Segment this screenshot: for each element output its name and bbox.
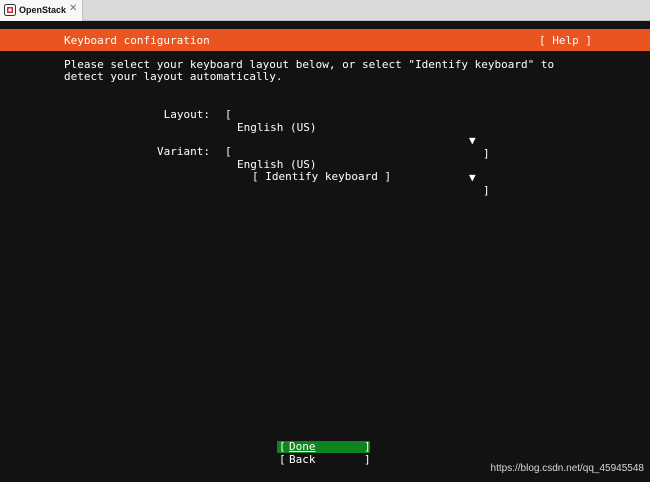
layout-label: Layout: <box>163 108 210 121</box>
tab-openstack[interactable]: OpenStack ✕ <box>0 0 83 21</box>
variant-select[interactable]: [ English (US) ▼ ] <box>225 132 490 197</box>
bracket-right: ] <box>364 440 371 453</box>
bracket-right: ] <box>364 453 371 466</box>
variant-row: Variant: [ English (US) ▼ ] <box>0 132 650 197</box>
identify-keyboard-button[interactable]: [ Identify keyboard ] <box>252 170 391 183</box>
back-label: Back <box>289 453 316 466</box>
bracket-left: [ <box>279 453 286 466</box>
bracket-right: ] <box>483 147 490 160</box>
browser-tab-bar: OpenStack ✕ <box>0 0 650 21</box>
back-button[interactable]: [ Back ] <box>277 453 371 466</box>
watermark-url: https://blog.csdn.net/qq_45945548 <box>490 463 644 474</box>
tab-title: OpenStack <box>19 5 67 15</box>
bracket-left: [ <box>225 108 232 121</box>
bracket-right: ] <box>483 184 490 197</box>
page-title: Keyboard configuration <box>64 34 210 47</box>
intro-line-2: detect your layout automatically. <box>64 70 283 83</box>
header-bar: Keyboard configuration [ Help ] <box>0 29 650 51</box>
help-button[interactable]: [ Help ] <box>539 34 592 47</box>
installer-console: Keyboard configuration [ Help ] Please s… <box>0 21 650 482</box>
openstack-logo-icon <box>4 4 16 16</box>
close-icon[interactable]: ✕ <box>69 3 77 15</box>
layout-row: Layout: [ English (US) ▼ ] <box>0 95 650 160</box>
done-button[interactable]: [ Done ] <box>277 440 371 453</box>
bracket-left: [ <box>225 145 232 158</box>
dropdown-arrow-icon: ▼ <box>469 171 476 184</box>
variant-label: Variant: <box>157 145 210 158</box>
intro-text: Please select your keyboard layout below… <box>64 59 624 83</box>
bracket-left: [ <box>279 440 286 453</box>
done-label: Done <box>289 440 316 453</box>
layout-select[interactable]: [ English (US) ▼ ] <box>225 95 490 160</box>
